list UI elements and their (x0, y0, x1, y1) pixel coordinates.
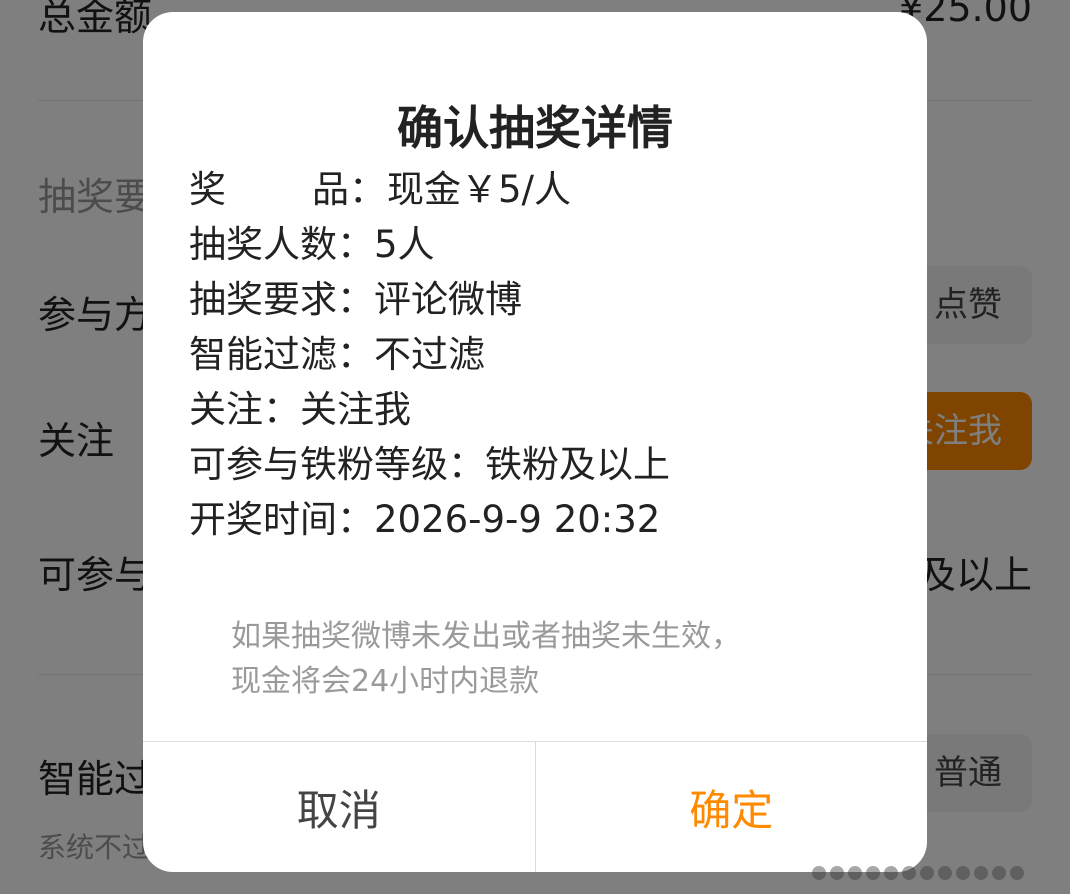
detail-value: 5人 (374, 223, 435, 266)
detail-label: 智能过滤： (189, 333, 374, 376)
detail-label: 抽奖要求： (189, 278, 374, 321)
detail-label: 可参与铁粉等级： (189, 443, 485, 486)
detail-row-prize: 奖品：现金￥5/人 (189, 162, 897, 217)
cancel-button[interactable]: 取消 (143, 742, 536, 872)
detail-row-fan-level: 可参与铁粉等级：铁粉及以上 (189, 437, 897, 492)
detail-value: 不过滤 (374, 333, 485, 376)
watermark-logo (812, 858, 1052, 888)
detail-row-smart-filter: 智能过滤：不过滤 (189, 327, 897, 382)
detail-label: 奖品： (189, 168, 386, 211)
detail-value: 现金￥5/人 (387, 168, 572, 211)
detail-row-winner-count: 抽奖人数：5人 (189, 217, 897, 272)
confirm-button[interactable]: 确定 (536, 742, 928, 872)
refund-notice: 如果抽奖微博未发出或者抽奖未生效， 现金将会24小时内退款 (231, 614, 871, 704)
detail-label: 抽奖人数： (189, 223, 374, 266)
confirm-lottery-dialog: 确认抽奖详情 奖品：现金￥5/人 抽奖人数：5人 抽奖要求：评论微博 智能过滤：… (143, 12, 927, 872)
dialog-title: 确认抽奖详情 (397, 101, 673, 155)
detail-value: 关注我 (300, 388, 411, 431)
detail-value: 2026-9-9 20:32 (374, 498, 661, 541)
detail-row-draw-time: 开奖时间：2026-9-9 20:32 (189, 492, 897, 547)
refund-notice-line: 如果抽奖微博未发出或者抽奖未生效， (231, 619, 741, 654)
detail-value: 铁粉及以上 (485, 443, 670, 486)
detail-row-follow: 关注：关注我 (189, 382, 897, 437)
detail-label: 关注： (189, 388, 300, 431)
detail-label: 开奖时间： (189, 498, 374, 541)
lottery-detail-list: 奖品：现金￥5/人 抽奖人数：5人 抽奖要求：评论微博 智能过滤：不过滤 关注：… (189, 162, 897, 547)
dialog-button-bar: 取消 确定 (143, 741, 927, 872)
refund-notice-line: 现金将会24小时内退款 (231, 664, 540, 699)
detail-value: 评论微博 (374, 278, 522, 321)
detail-row-requirement: 抽奖要求：评论微博 (189, 272, 897, 327)
